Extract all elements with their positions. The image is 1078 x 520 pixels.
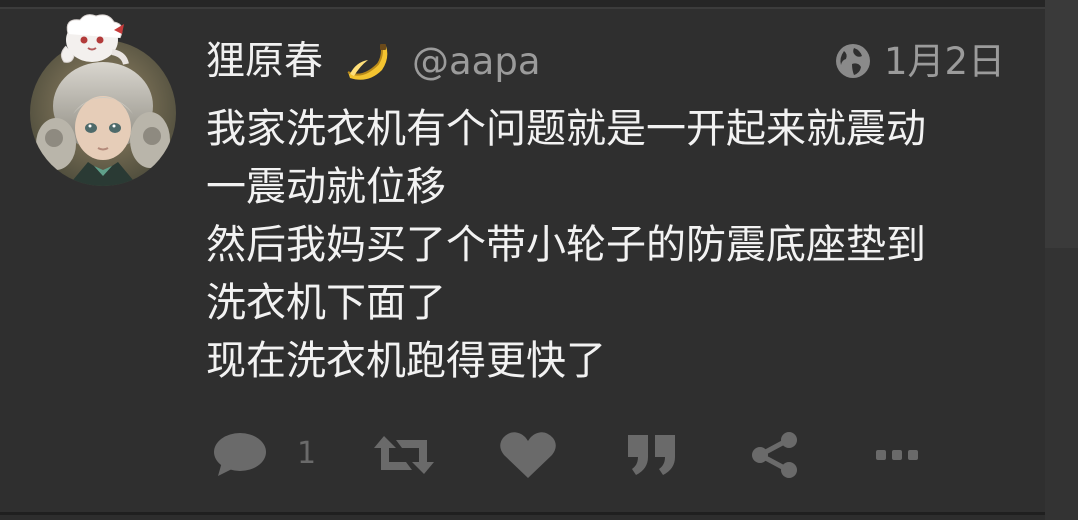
content-line: 一震动就位移 bbox=[206, 164, 446, 210]
retweet-icon bbox=[374, 436, 434, 474]
ellipsis-icon bbox=[876, 450, 918, 460]
reply-button[interactable] bbox=[212, 426, 268, 484]
boost-button[interactable] bbox=[372, 426, 436, 484]
reply-count: 1 bbox=[297, 436, 317, 471]
content-line: 然后我妈买了个带小轮子的防震底座垫到 bbox=[206, 222, 926, 268]
content-line: 现在洗衣机跑得更快了 bbox=[206, 338, 606, 384]
more-button[interactable] bbox=[874, 426, 920, 484]
quote-button[interactable] bbox=[626, 426, 678, 484]
speech-bubble-icon bbox=[214, 433, 266, 476]
heart-icon bbox=[500, 432, 556, 478]
account-handle[interactable]: @aapa bbox=[412, 38, 541, 86]
content-line: 洗衣机下面了 bbox=[206, 280, 446, 326]
share-button[interactable] bbox=[750, 426, 800, 484]
quote-icon bbox=[628, 435, 675, 475]
status-content: 我家洗衣机有个问题就是一开起来就震动 一震动就位移 然后我妈买了个带小轮子的防震… bbox=[206, 100, 1036, 390]
globe-icon bbox=[836, 44, 870, 78]
display-name[interactable]: 狸原春 bbox=[206, 38, 323, 86]
avatar-sticker-icon bbox=[60, 14, 129, 65]
favourite-button[interactable] bbox=[499, 426, 557, 484]
next-status-card-edge bbox=[0, 515, 1045, 520]
content-line: 我家洗衣机有个问题就是一开起来就震动 bbox=[206, 106, 926, 152]
share-icon bbox=[752, 432, 797, 478]
banana-icon bbox=[347, 44, 388, 80]
timestamp[interactable]: 1月2日 bbox=[884, 38, 1005, 86]
scrollbar-thumb[interactable] bbox=[1045, 0, 1078, 248]
